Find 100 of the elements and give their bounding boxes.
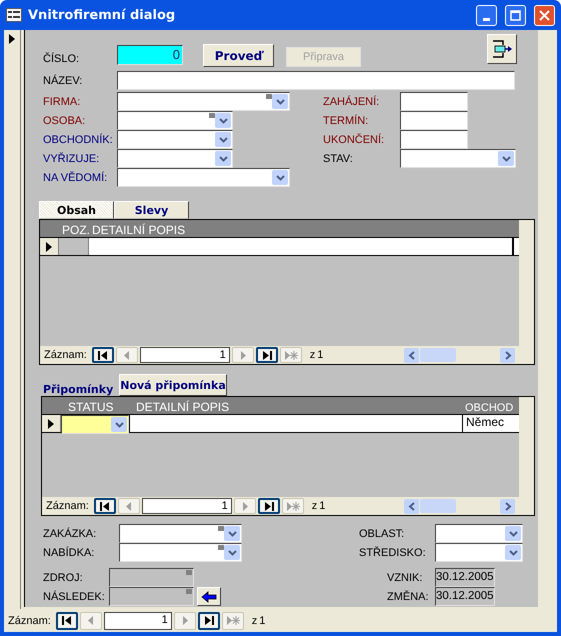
field-label: NÁSLEDEK: (43, 590, 106, 602)
field-label: TERMÍN: (323, 114, 370, 126)
column-header: DETAILNÍ POPIS (135, 400, 230, 414)
dropdown-field[interactable] (117, 168, 290, 187)
form-icon (6, 8, 22, 22)
dropdown-field[interactable] (435, 543, 523, 562)
dropdown-field[interactable] (117, 130, 233, 149)
dropdown-field[interactable] (61, 415, 129, 434)
first-record-button[interactable] (94, 498, 116, 514)
indicator-icon (266, 94, 272, 99)
dropdown-field[interactable] (117, 92, 290, 111)
date-field[interactable] (400, 92, 468, 111)
field-label: OBLAST: (359, 528, 406, 540)
vertical-scrollbar[interactable] (519, 220, 534, 346)
new-record-icon (286, 500, 300, 512)
dropdown-field[interactable] (117, 111, 233, 130)
column-header: STATUS (67, 400, 115, 414)
of-label: z (252, 614, 258, 626)
dropdown-field[interactable] (400, 149, 516, 168)
horizontal-scrollbar[interactable] (404, 498, 515, 514)
record-number-field[interactable]: 1 (104, 612, 172, 630)
date-field: 30.12.2005 (435, 587, 495, 606)
chevron-right-icon (504, 502, 512, 510)
record-number-field[interactable]: 1 (142, 498, 232, 514)
section-title: Připomínky (43, 383, 114, 396)
table-cell[interactable]: Němec (463, 415, 519, 432)
indicator-icon (218, 526, 224, 531)
first-record-button[interactable] (56, 612, 78, 630)
indicator-icon (186, 589, 192, 594)
record-number-field[interactable]: 1 (140, 347, 230, 363)
dropdown-field[interactable] (435, 524, 523, 543)
table-cell[interactable] (129, 415, 463, 432)
minimize-button[interactable] (476, 4, 497, 26)
minimize-icon (483, 18, 490, 20)
window-title: Vnitrofiremní dialog (28, 8, 176, 22)
dropdown-field[interactable] (119, 524, 242, 543)
skip-start-icon (60, 614, 74, 627)
new-reminder-button[interactable]: Nová připomínka (119, 374, 227, 396)
first-record-button[interactable] (92, 347, 114, 363)
column-header: DETAILNÍ POPIS (91, 223, 186, 237)
of-label: z (312, 500, 318, 512)
field-label: ZAHÁJENÍ: (323, 96, 380, 108)
field-label: ČÍSLO: (43, 53, 80, 65)
field-label: ZMĚNA: (387, 590, 430, 602)
field-label: ZAKÁZKA: (43, 528, 98, 540)
close-button[interactable] (534, 4, 555, 26)
execute-button[interactable]: Proveď (203, 44, 274, 67)
export-icon[interactable] (487, 34, 517, 64)
last-record-button[interactable] (258, 498, 280, 514)
field-label: ZDROJ: (43, 572, 84, 584)
chevron-left-icon (408, 502, 416, 510)
date-field: 30.12.2005 (435, 568, 495, 587)
indicator-icon (218, 545, 224, 550)
maximize-icon (510, 10, 521, 20)
field-label: FIRMA: (43, 96, 82, 108)
field-label: NA VĚDOMÍ: (43, 172, 108, 184)
indicator-icon (186, 570, 192, 575)
name-field[interactable] (117, 71, 515, 90)
field-label: NÁZEV: (43, 74, 84, 86)
field-label: OBCHODNÍK: (43, 134, 114, 146)
table-cell[interactable] (513, 238, 519, 255)
new-record-icon (226, 614, 240, 627)
record-total: 1 (259, 614, 266, 626)
date-field[interactable] (400, 130, 468, 149)
record-label: Záznam: (8, 614, 51, 626)
maximize-button[interactable] (505, 4, 526, 26)
horizontal-scrollbar[interactable] (404, 348, 515, 362)
dropdown-field[interactable] (117, 149, 233, 168)
skip-start-icon (98, 500, 112, 512)
indicator-icon (209, 113, 215, 118)
field-label: OSOBA: (43, 114, 86, 126)
last-record-button[interactable] (256, 347, 278, 363)
dropdown-field[interactable] (119, 543, 242, 562)
field-label: STŘEDISKO: (359, 546, 427, 558)
of-label: z (310, 349, 316, 361)
record-label: Záznam: (44, 349, 87, 361)
record-total: 1 (319, 500, 326, 512)
column-header: OBCHOD (464, 402, 514, 414)
skip-start-icon (96, 348, 110, 362)
column-header: POZ. (61, 223, 88, 237)
table-row[interactable]: Němec (42, 414, 519, 433)
record-label: Záznam: (46, 500, 89, 512)
field-label: VYŘIZUJE: (43, 152, 100, 164)
table-row[interactable] (40, 237, 519, 256)
number-field[interactable]: 0 (117, 45, 183, 65)
field-label: UKONČENÍ: (323, 134, 386, 146)
field-label: STAV: (323, 152, 354, 164)
tab[interactable]: Obsah (39, 201, 114, 219)
new-record-icon (284, 348, 298, 362)
close-icon (539, 10, 550, 20)
tab[interactable]: Slevy (114, 201, 189, 219)
vertical-scrollbar[interactable] (519, 397, 534, 497)
record-total: 1 (317, 349, 324, 361)
field-label: VZNIK: (387, 572, 424, 584)
field-label: NABÍDKA: (43, 546, 96, 558)
table-cell[interactable] (89, 238, 513, 255)
chevron-right-icon (504, 350, 512, 360)
last-record-button[interactable] (198, 612, 220, 630)
chevron-left-icon (408, 350, 416, 360)
date-field[interactable] (400, 111, 468, 130)
